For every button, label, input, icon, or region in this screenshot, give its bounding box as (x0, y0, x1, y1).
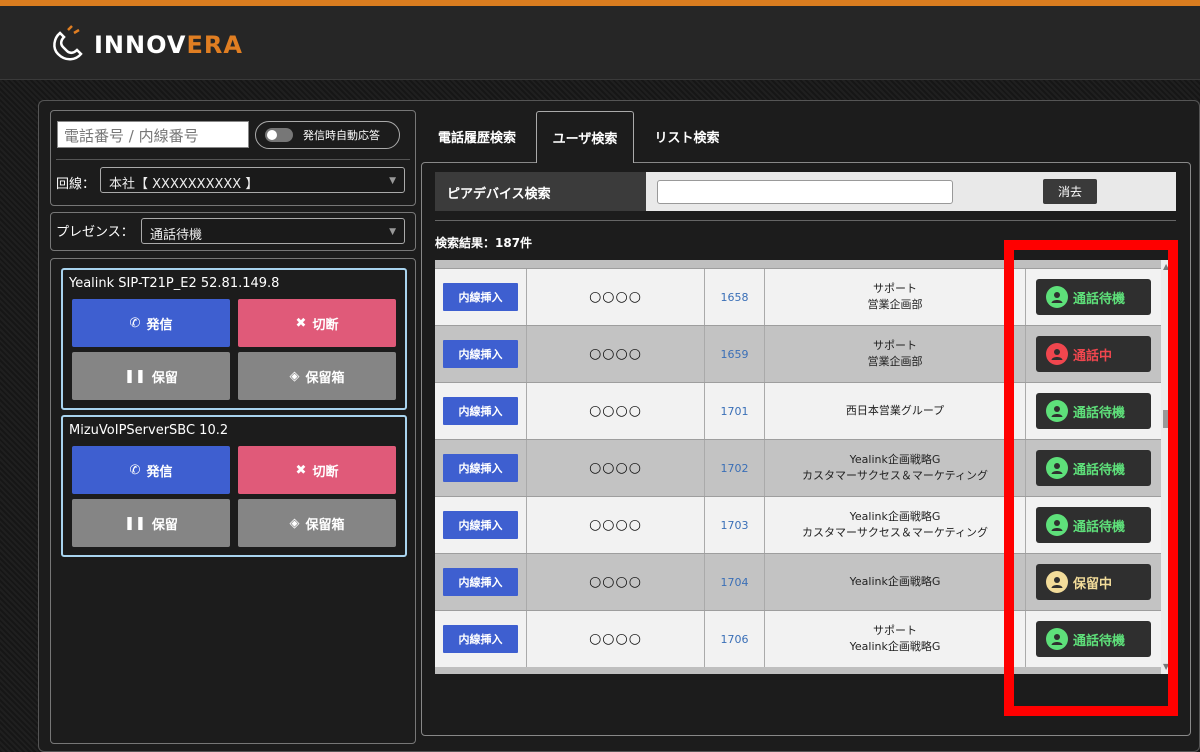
department-line-2: Yealink企画戦略G (849, 640, 941, 653)
hold-box-button[interactable]: ◈ 保留箱 (238, 499, 396, 547)
phone-number-input[interactable]: 電話番号 / 内線番号 (57, 121, 249, 148)
extension-number[interactable]: 1701 (705, 383, 765, 439)
chevron-down-icon: ▼ (389, 176, 396, 186)
hold-button[interactable]: ❚❚ 保留 (72, 499, 230, 547)
extension-number[interactable]: 1703 (705, 497, 765, 553)
insert-cell: 内線挿入 (435, 440, 527, 496)
extension-number[interactable]: 1704 (705, 554, 765, 610)
call-button[interactable]: ✆ 発信 (72, 299, 230, 347)
user-name: ○○○○ (527, 440, 705, 496)
divider (435, 220, 1176, 221)
department-cell: サポート Yealink企画戦略G (765, 611, 1026, 667)
extension-number[interactable]: 1659 (705, 326, 765, 382)
device-title: Yealink SIP-T21P_E2 52.81.149.8 (69, 276, 280, 291)
department-cell: サポート 営業企画部 (765, 326, 1026, 382)
insert-cell: 内線挿入 (435, 269, 527, 325)
department-cell: Yealink企画戦略G (765, 554, 1026, 610)
presence-select-value: 通話待機 (150, 228, 203, 243)
department-line-1: Yealink企画戦略G (849, 575, 941, 588)
extension-number[interactable]: 1658 (705, 269, 765, 325)
department-line-1: サポート (873, 282, 917, 295)
department-cell: Yealink企画戦略G カスタマーサクセス＆マーケティング (765, 497, 1026, 553)
pause-icon: ❚❚ (124, 515, 146, 531)
insert-extension-button[interactable]: 内線挿入 (443, 397, 518, 425)
logo-text: INNOVERA (94, 31, 243, 59)
insert-extension-button[interactable]: 内線挿入 (443, 511, 518, 539)
tab-list-search[interactable]: リスト検索 (640, 111, 734, 162)
logo: INNOVERA (48, 24, 243, 66)
department-line-1: Yealink企画戦略G (849, 453, 941, 466)
department-line-2: カスタマーサクセス＆マーケティング (802, 469, 988, 482)
user-name: ○○○○ (527, 497, 705, 553)
insert-cell: 内線挿入 (435, 611, 527, 667)
auto-answer-toggle[interactable]: 発信時自動応答 (255, 121, 400, 149)
user-name: ○○○○ (527, 611, 705, 667)
department-cell: 西日本営業グループ (765, 383, 1026, 439)
result-count: 検索結果：187件 (435, 236, 533, 250)
department-line-1: サポート (873, 624, 917, 637)
phone-icon: ✆ (129, 315, 141, 331)
phone-logo-icon (48, 24, 86, 66)
department-line-1: Yealink企画戦略G (849, 510, 941, 523)
dropbox-icon: ◈ (289, 515, 300, 531)
department-line-2: カスタマーサクセス＆マーケティング (802, 526, 988, 539)
insert-extension-button[interactable]: 内線挿入 (443, 340, 518, 368)
presence-label: プレゼンス： (56, 225, 134, 240)
user-name: ○○○○ (527, 554, 705, 610)
close-icon: ✖ (295, 315, 307, 331)
line-label: 回線： (56, 177, 96, 192)
call-button[interactable]: ✆ 発信 (72, 446, 230, 494)
line-select-value: 本社【 XXXXXXXXXX 】 (109, 177, 259, 192)
insert-cell: 内線挿入 (435, 554, 527, 610)
chevron-down-icon: ▼ (389, 227, 396, 237)
hangup-button[interactable]: ✖ 切断 (238, 299, 396, 347)
device-title: MizuVoIPServerSBC 10.2 (69, 423, 229, 438)
highlight-box (1004, 240, 1178, 716)
department-cell: Yealink企画戦略G カスタマーサクセス＆マーケティング (765, 440, 1026, 496)
department-line-1: サポート (873, 339, 917, 352)
device-card: Yealink SIP-T21P_E2 52.81.149.8 ✆ 発信 ✖ 切断 … (61, 268, 407, 410)
insert-extension-button[interactable]: 内線挿入 (443, 568, 518, 596)
user-name: ○○○○ (527, 326, 705, 382)
divider (56, 159, 410, 160)
insert-extension-button[interactable]: 内線挿入 (443, 283, 518, 311)
device-card: MizuVoIPServerSBC 10.2 ✆ 発信 ✖ 切断 ❚❚ 保留 ◈ 保留箱 (61, 415, 407, 557)
department-cell: サポート 営業企画部 (765, 269, 1026, 325)
line-select[interactable]: 本社【 XXXXXXXXXX 】 ▼ (100, 167, 405, 193)
search-input[interactable] (657, 180, 953, 204)
search-label: ピアデバイス検索 (435, 172, 646, 211)
extension-number[interactable]: 1702 (705, 440, 765, 496)
hangup-button[interactable]: ✖ 切断 (238, 446, 396, 494)
insert-extension-button[interactable]: 内線挿入 (443, 625, 518, 653)
peer-device-search-bar: ピアデバイス検索 消去 (435, 172, 1176, 211)
phone-icon: ✆ (129, 462, 141, 478)
presence-select[interactable]: 通話待機 ▼ (141, 218, 405, 244)
insert-cell: 内線挿入 (435, 497, 527, 553)
insert-cell: 内線挿入 (435, 383, 527, 439)
dropbox-icon: ◈ (289, 368, 300, 384)
hold-box-button[interactable]: ◈ 保留箱 (238, 352, 396, 400)
clear-button[interactable]: 消去 (1043, 179, 1097, 204)
department-line-1: 西日本営業グループ (845, 404, 945, 417)
extension-number[interactable]: 1706 (705, 611, 765, 667)
tab-user-search[interactable]: ユーザ検索 (536, 111, 634, 163)
insert-extension-button[interactable]: 内線挿入 (443, 454, 518, 482)
close-icon: ✖ (295, 462, 307, 478)
app-header: INNOVERA (0, 6, 1200, 80)
hold-button[interactable]: ❚❚ 保留 (72, 352, 230, 400)
toggle-switch-icon (265, 128, 293, 142)
insert-cell: 内線挿入 (435, 326, 527, 382)
pause-icon: ❚❚ (124, 368, 146, 384)
department-line-2: 営業企画部 (867, 298, 923, 311)
tab-call-history[interactable]: 電話履歴検索 (424, 111, 530, 162)
user-name: ○○○○ (527, 383, 705, 439)
auto-answer-label: 発信時自動応答 (303, 129, 380, 142)
department-line-2: 営業企画部 (867, 355, 923, 368)
user-name: ○○○○ (527, 269, 705, 325)
